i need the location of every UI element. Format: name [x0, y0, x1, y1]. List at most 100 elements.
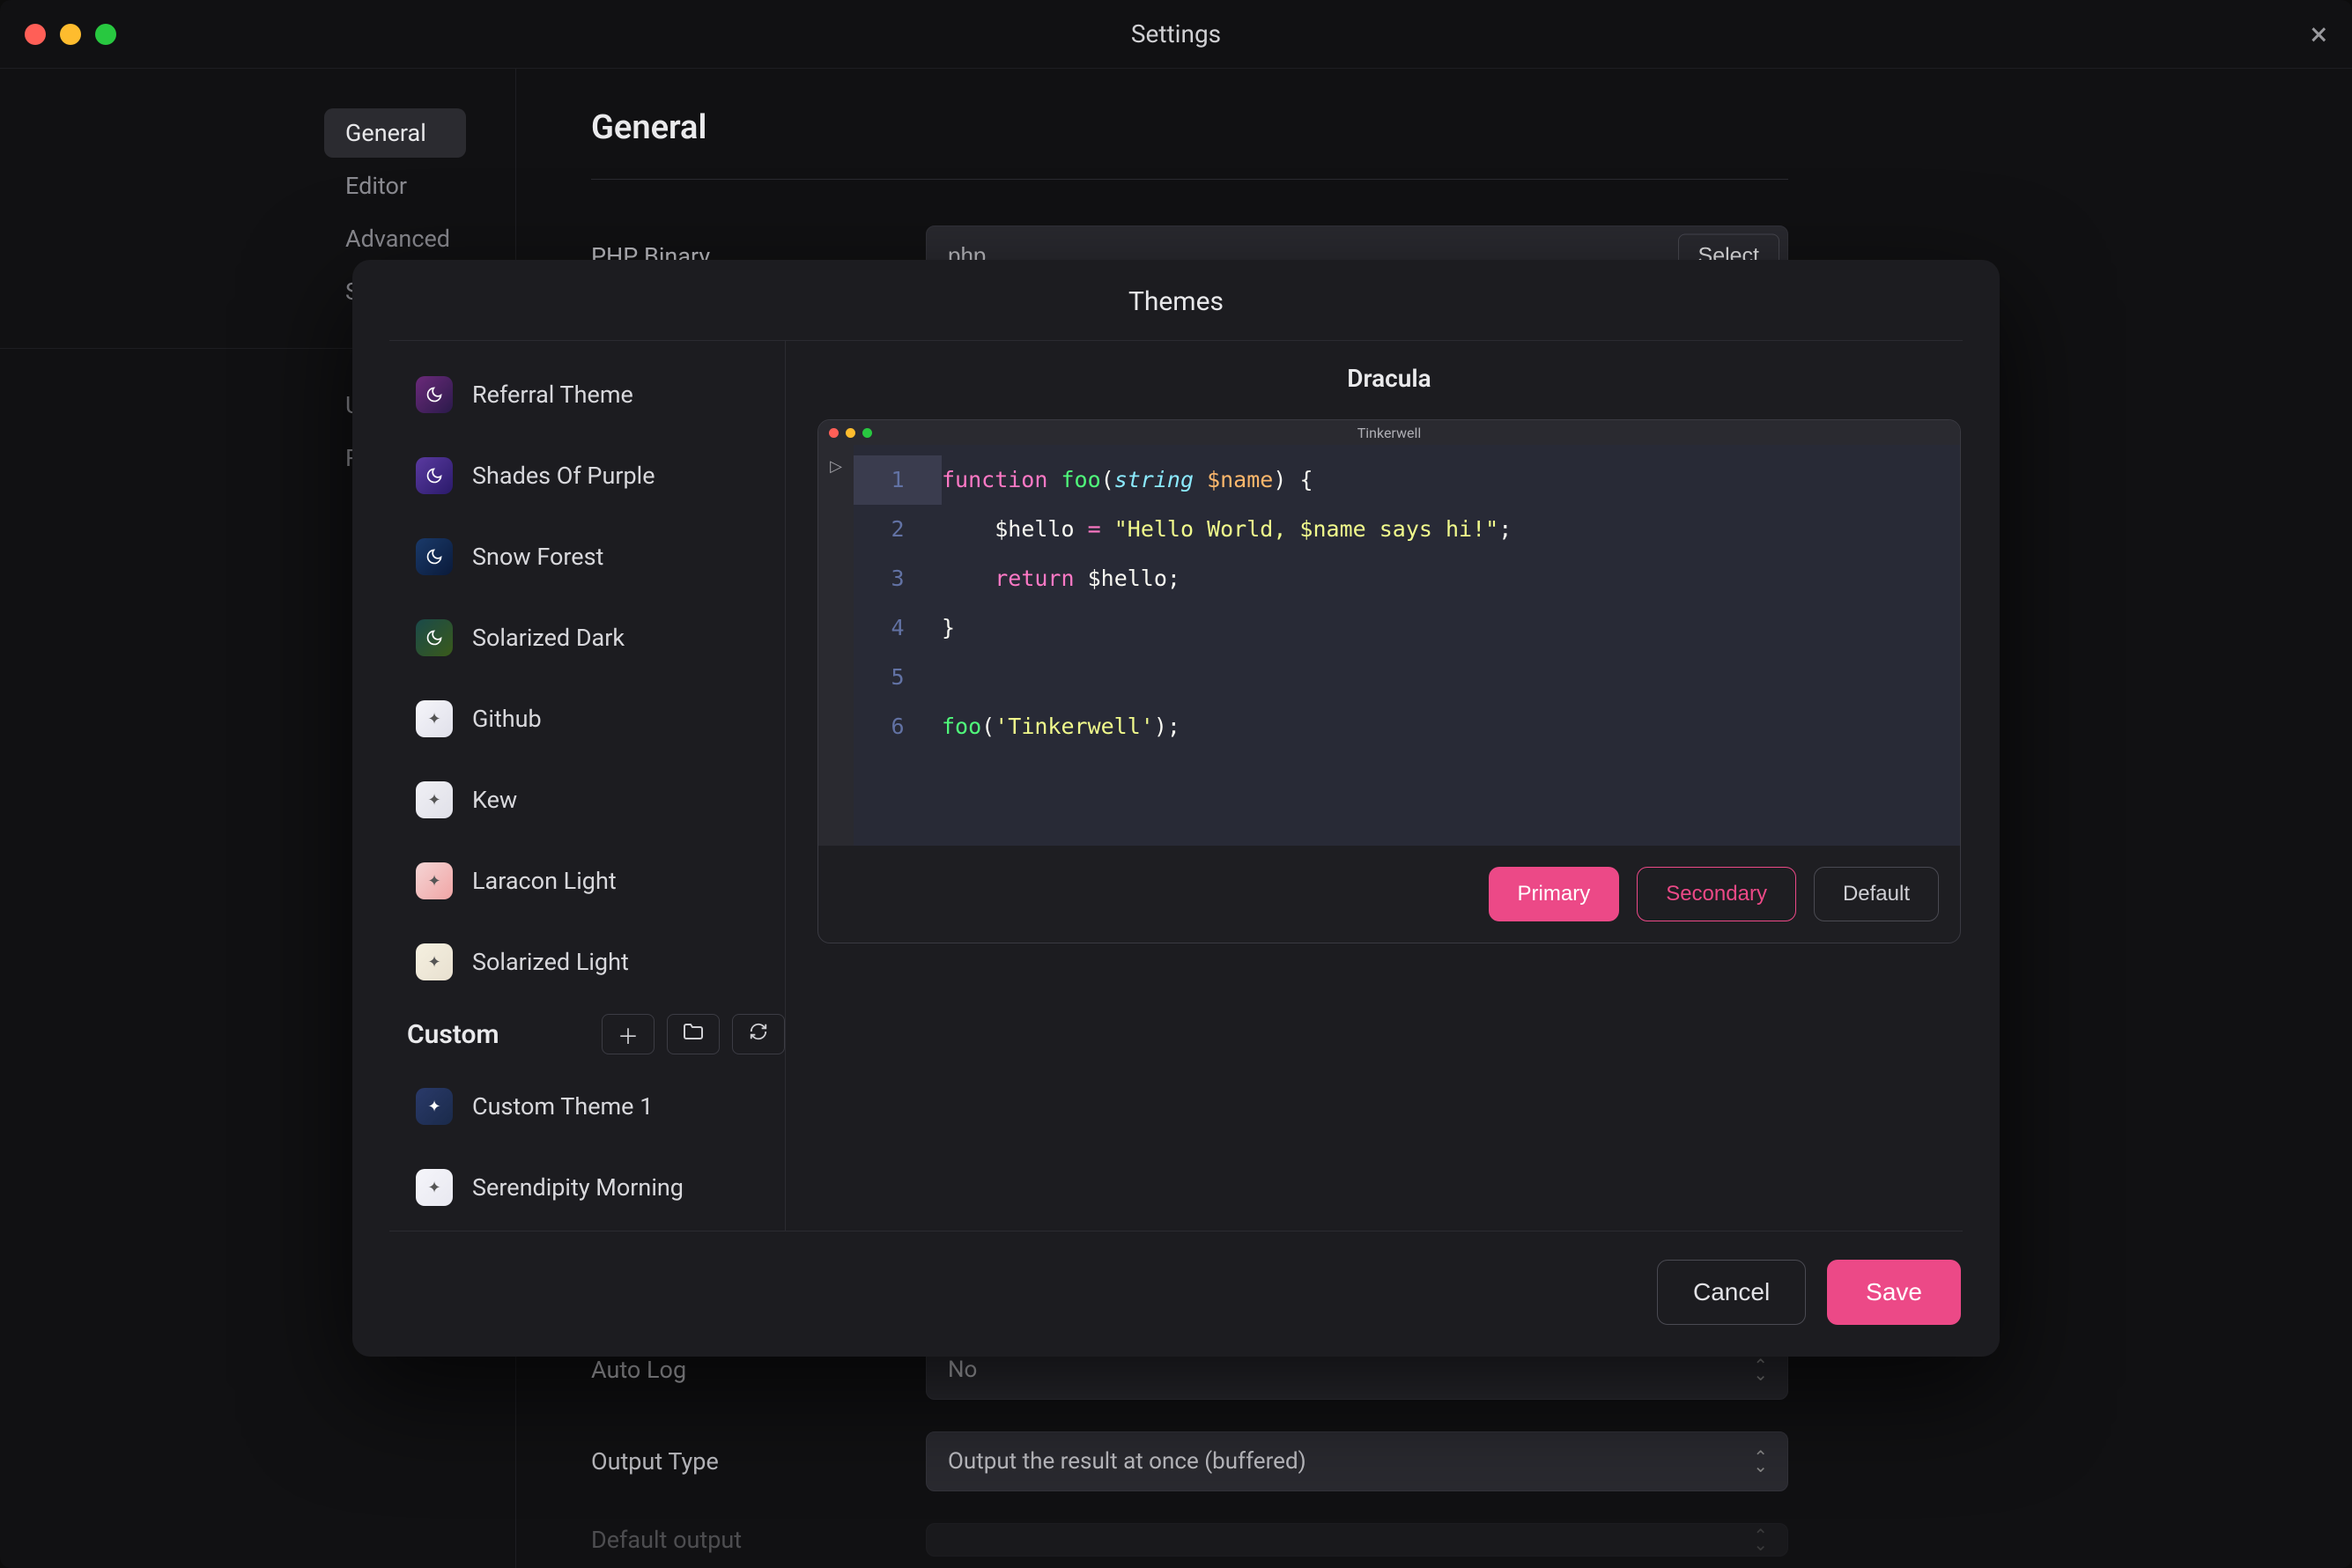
- row-label: Output Type: [591, 1447, 926, 1476]
- theme-label: Github: [472, 705, 542, 733]
- default-button[interactable]: Default: [1814, 867, 1939, 921]
- row-output-type: Output Type Output the result at once (b…: [591, 1431, 1788, 1491]
- row-label: Auto Log: [591, 1356, 926, 1384]
- line-number: 1: [854, 455, 942, 505]
- modal-body: Referral Theme Shades Of Purple Snow Fores…: [352, 341, 2000, 1231]
- theme-item[interactable]: ✦ Kew: [405, 769, 785, 831]
- code-line: $hello = "Hello World, $name says hi!";: [942, 505, 1960, 554]
- window-title: Settings: [0, 19, 2352, 48]
- preview-pane: Dracula Tinkerwell ▷ 1 2: [786, 341, 2000, 1231]
- preview-theme-name: Dracula: [817, 364, 1961, 393]
- theme-label: Solarized Light: [472, 948, 629, 976]
- modal-footer: Cancel Save: [352, 1231, 2000, 1357]
- line-number: 5: [854, 653, 942, 702]
- default-output-select[interactable]: ⌃⌄: [926, 1523, 1788, 1557]
- theme-item[interactable]: ✦ Solarized Light: [405, 931, 785, 993]
- theme-item[interactable]: Solarized Dark: [405, 607, 785, 669]
- add-theme-button[interactable]: ＋: [602, 1014, 655, 1054]
- line-number: 4: [854, 603, 942, 653]
- theme-item[interactable]: ✦ Custom Theme 1: [405, 1076, 785, 1137]
- sparkle-icon: ✦: [416, 781, 453, 818]
- primary-button[interactable]: Primary: [1489, 867, 1620, 921]
- close-window-button[interactable]: [25, 24, 46, 45]
- preview-actions: Primary Secondary Default: [818, 846, 1960, 943]
- editor-area: ▷ 1 2 3 4 5 6 function foo(string $name)…: [818, 445, 1960, 846]
- sidebar-item-editor[interactable]: Editor: [324, 161, 466, 211]
- code-line: [942, 653, 1960, 702]
- sparkle-icon: ✦: [416, 700, 453, 737]
- sidebar-item-label: Advanced: [345, 225, 450, 253]
- theme-label: Referral Theme: [472, 381, 633, 409]
- row-field: ⌃⌄: [926, 1523, 1788, 1557]
- editor-preview: Tinkerwell ▷ 1 2 3 4 5 6 functi: [817, 419, 1961, 943]
- output-type-select[interactable]: Output the result at once (buffered) ⌃⌄: [926, 1431, 1788, 1491]
- chevron-up-down-icon: ⌃⌄: [1753, 1361, 1768, 1379]
- run-icon[interactable]: ▷: [830, 457, 842, 476]
- theme-item[interactable]: Snow Forest: [405, 526, 785, 588]
- chevron-up-down-icon: ⌃⌄: [1753, 1531, 1768, 1549]
- theme-label: Custom Theme 1: [472, 1092, 653, 1121]
- line-gutter: 1 2 3 4 5 6: [854, 445, 942, 846]
- minimize-window-button[interactable]: [60, 24, 81, 45]
- cancel-button[interactable]: Cancel: [1657, 1260, 1806, 1325]
- custom-section-header: Custom ＋: [407, 1014, 785, 1054]
- theme-list[interactable]: Referral Theme Shades Of Purple Snow Fores…: [389, 341, 786, 1231]
- themes-modal: Themes Referral Theme Shades Of Purple Sno…: [352, 260, 2000, 1357]
- editor-titlebar: Tinkerwell: [818, 420, 1960, 445]
- code-line: foo('Tinkerwell');: [942, 702, 1960, 751]
- custom-header-title: Custom: [407, 1019, 499, 1050]
- plus-icon: ＋: [618, 1019, 639, 1050]
- theme-item[interactable]: Shades Of Purple: [405, 445, 785, 507]
- refresh-icon: [749, 1022, 768, 1047]
- theme-item[interactable]: ✦ Github: [405, 688, 785, 750]
- theme-label: Shades Of Purple: [472, 462, 655, 490]
- sidebar-item-general[interactable]: General: [324, 108, 466, 158]
- sparkle-icon: ✦: [416, 862, 453, 899]
- secondary-button[interactable]: Secondary: [1637, 867, 1796, 921]
- open-folder-button[interactable]: [667, 1014, 720, 1054]
- maximize-window-button[interactable]: [95, 24, 116, 45]
- folder-icon: [683, 1022, 704, 1047]
- code-area[interactable]: function foo(string $name) { $hello = "H…: [942, 445, 1960, 846]
- theme-item[interactable]: ✦ Serendipity Morning: [405, 1157, 785, 1218]
- moon-icon: [416, 376, 453, 413]
- select-value: No: [948, 1357, 977, 1383]
- sparkle-icon: ✦: [416, 1169, 453, 1206]
- select-value: Output the result at once (buffered): [948, 1448, 1306, 1475]
- modal-title: Themes: [352, 260, 2000, 340]
- moon-icon: [416, 619, 453, 656]
- theme-label: Laracon Light: [472, 867, 617, 895]
- save-button[interactable]: Save: [1827, 1260, 1961, 1325]
- editor-title: Tinkerwell: [818, 425, 1960, 441]
- titlebar: Settings ×: [0, 0, 2352, 69]
- code-line: }: [942, 603, 1960, 653]
- row-field: Output the result at once (buffered) ⌃⌄: [926, 1431, 1788, 1491]
- theme-label: Snow Forest: [472, 543, 603, 571]
- sparkle-icon: ✦: [416, 943, 453, 980]
- row-default-output: Default output ⌃⌄: [591, 1523, 1788, 1557]
- theme-label: Kew: [472, 786, 517, 814]
- line-number: 6: [854, 702, 942, 751]
- line-number: 3: [854, 554, 942, 603]
- sparkle-icon: ✦: [416, 1088, 453, 1125]
- sidebar-item-label: General: [345, 119, 426, 147]
- run-gutter: ▷: [818, 445, 854, 846]
- sidebar-item-label: Editor: [345, 172, 407, 200]
- code-line: function foo(string $name) {: [942, 455, 1960, 505]
- theme-item[interactable]: Referral Theme: [405, 364, 785, 425]
- moon-icon: [416, 457, 453, 494]
- traffic-lights: [25, 24, 116, 45]
- line-number: 2: [854, 505, 942, 554]
- page-title: General: [591, 108, 1788, 147]
- moon-icon: [416, 538, 453, 575]
- divider: [591, 179, 1788, 180]
- theme-item[interactable]: ✦ Laracon Light: [405, 850, 785, 912]
- chevron-up-down-icon: ⌃⌄: [1753, 1453, 1768, 1470]
- refresh-button[interactable]: [732, 1014, 785, 1054]
- close-icon[interactable]: ×: [2311, 16, 2327, 53]
- sidebar-item-advanced[interactable]: Advanced: [324, 214, 466, 263]
- row-label: Default output: [591, 1526, 926, 1554]
- theme-label: Solarized Dark: [472, 624, 625, 652]
- theme-label: Serendipity Morning: [472, 1173, 684, 1202]
- code-line: return $hello;: [942, 554, 1960, 603]
